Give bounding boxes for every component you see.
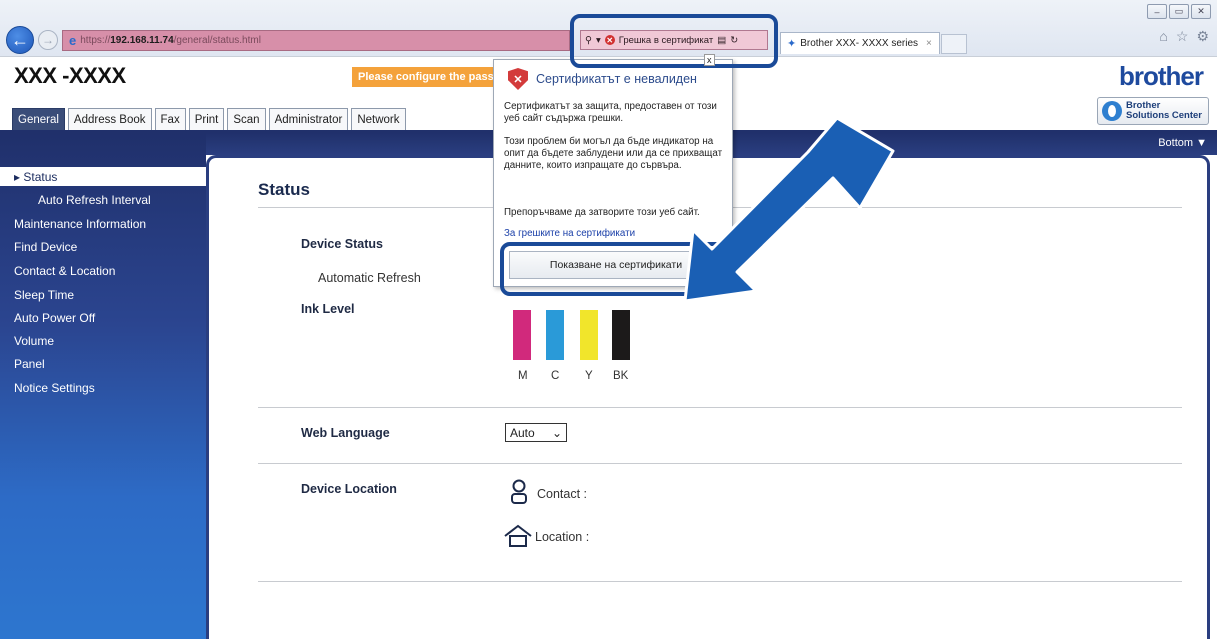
divider [258, 407, 1182, 408]
tab-administrator[interactable]: Administrator [268, 108, 349, 130]
sidebar-item-find-device[interactable]: Find Device [14, 240, 77, 254]
certificate-error-label: Грешка в сертификат [618, 34, 714, 46]
sidebar: ▸ Status Auto Refresh Interval Maintenan… [0, 133, 206, 639]
person-icon [511, 479, 527, 504]
tab-network[interactable]: Network [351, 108, 406, 130]
main-tabs: General Address Book Fax Print Scan Admi… [12, 108, 406, 130]
ink-label-m: M [518, 370, 528, 382]
ink-bar-yellow [580, 310, 598, 360]
minimize-button[interactable]: – [1147, 4, 1167, 19]
house-icon [504, 524, 532, 547]
sidebar-item-notice-settings[interactable]: Notice Settings [14, 381, 95, 395]
restore-button[interactable]: ▭ [1169, 4, 1189, 19]
window-controls: – ▭ ✕ [1147, 4, 1211, 19]
browser-tab-title: Brother XXX- XXXX series [800, 38, 919, 49]
popup-paragraph: Този проблем би могъл да бъде индикатор … [504, 136, 723, 171]
address-url: https://192.168.11.74/general/status.htm… [80, 35, 261, 46]
sidebar-item-auto-refresh-interval[interactable]: Auto Refresh Interval [38, 193, 151, 207]
shield-error-icon: ✕ [508, 68, 528, 90]
sidebar-item-auto-power-off[interactable]: Auto Power Off [14, 311, 95, 325]
divider [258, 463, 1182, 464]
popup-paragraph: Сертификатът за защита, предоставен от т… [504, 101, 717, 124]
automatic-refresh-label: Automatic Refresh [318, 271, 421, 285]
device-status-label: Device Status [301, 237, 383, 251]
page-title: Status [258, 180, 310, 199]
tab-print[interactable]: Print [188, 108, 225, 130]
device-location-label: Device Location [301, 482, 397, 496]
sidebar-item-contact-location[interactable]: Contact & Location [14, 264, 115, 278]
popup-close-icon[interactable]: x [704, 54, 715, 66]
browser-tab[interactable]: ✦ Brother XXX- XXXX series × [780, 32, 940, 54]
browser-toolbar-icons: ⌂ ☆ ⚙ [1159, 28, 1209, 45]
ink-bar-magenta [513, 310, 531, 360]
model-name: XXX -XXXX [14, 63, 126, 88]
sidebar-item-sleep-time[interactable]: Sleep Time [14, 288, 74, 302]
web-language-label: Web Language [301, 426, 390, 440]
ink-label-c: C [551, 370, 560, 382]
address-bar[interactable]: e https://192.168.11.74/general/status.h… [62, 30, 570, 51]
home-icon[interactable]: ⌂ [1159, 28, 1167, 45]
location-label: Location : [535, 530, 590, 544]
favorites-star-icon[interactable]: ☆ [1176, 28, 1189, 45]
tab-fax[interactable]: Fax [154, 108, 186, 130]
brother-logo: brother [1119, 61, 1204, 91]
certificate-errors-link[interactable]: За грешките на сертификати [504, 228, 635, 239]
back-arrow-icon[interactable]: ← [6, 26, 34, 54]
web-language-value: Auto [510, 425, 535, 440]
view-certificates-highlight [500, 242, 736, 296]
popup-paragraph: Препоръчваме да затворите този уеб сайт. [504, 207, 700, 218]
new-tab-button[interactable] [941, 34, 967, 54]
tab-close-icon[interactable]: × [926, 38, 932, 49]
sidebar-item-status[interactable]: ▸ Status [0, 167, 206, 186]
brother-favicon-icon: ✦ [787, 38, 797, 50]
solutions-center-icon [1102, 101, 1122, 121]
contact-label: Contact : [537, 487, 588, 501]
ink-label-bk: BK [613, 370, 629, 382]
tab-address-book[interactable]: Address Book [67, 108, 152, 130]
forward-arrow-icon[interactable]: → [38, 30, 58, 50]
ink-label-y: Y [585, 370, 593, 382]
ie-logo-icon: e [69, 33, 77, 48]
ink-level-label: Ink Level [301, 302, 355, 316]
ink-bar-cyan [546, 310, 564, 360]
tab-scan[interactable]: Scan [227, 108, 266, 130]
error-icon: ✕ [604, 35, 615, 45]
ink-bar-black [612, 310, 630, 360]
password-warning-banner[interactable]: Please configure the passw [352, 67, 500, 87]
web-language-select[interactable]: Auto ⌄ [505, 423, 567, 442]
divider [258, 581, 1182, 582]
solutions-center-button[interactable]: Brother Solutions Center [1097, 97, 1209, 125]
popup-header: ✕ Сертификатът е невалиден [508, 68, 697, 90]
sidebar-item-volume[interactable]: Volume [14, 334, 54, 348]
close-window-button[interactable]: ✕ [1191, 4, 1211, 19]
certificate-error-button[interactable]: ⚲ ▾ ✕ Грешка в сертификат ▤ ↻ [580, 30, 768, 50]
sidebar-item-panel[interactable]: Panel [14, 357, 45, 371]
dropdown-icon: ▾ [595, 34, 601, 46]
certificate-error-highlight: ⚲ ▾ ✕ Грешка в сертификат ▤ ↻ x [570, 14, 778, 68]
refresh-icon[interactable]: ↻ [730, 35, 738, 46]
search-icon: ⚲ [585, 34, 592, 46]
tab-general[interactable]: General [12, 108, 65, 130]
solutions-center-label: Brother Solutions Center [1126, 100, 1203, 121]
screenshot-root: – ▭ ✕ ← → e https://192.168.11.74/genera… [0, 0, 1217, 639]
popup-title: Сертификатът е невалиден [536, 72, 697, 86]
settings-gear-icon[interactable]: ⚙ [1196, 28, 1209, 45]
sidebar-item-maintenance-information[interactable]: Maintenance Information [14, 217, 146, 231]
compatibility-icon: ▤ [717, 34, 727, 46]
chevron-down-icon: ⌄ [551, 425, 562, 440]
bottom-link[interactable]: Bottom ▼ [1158, 137, 1207, 149]
